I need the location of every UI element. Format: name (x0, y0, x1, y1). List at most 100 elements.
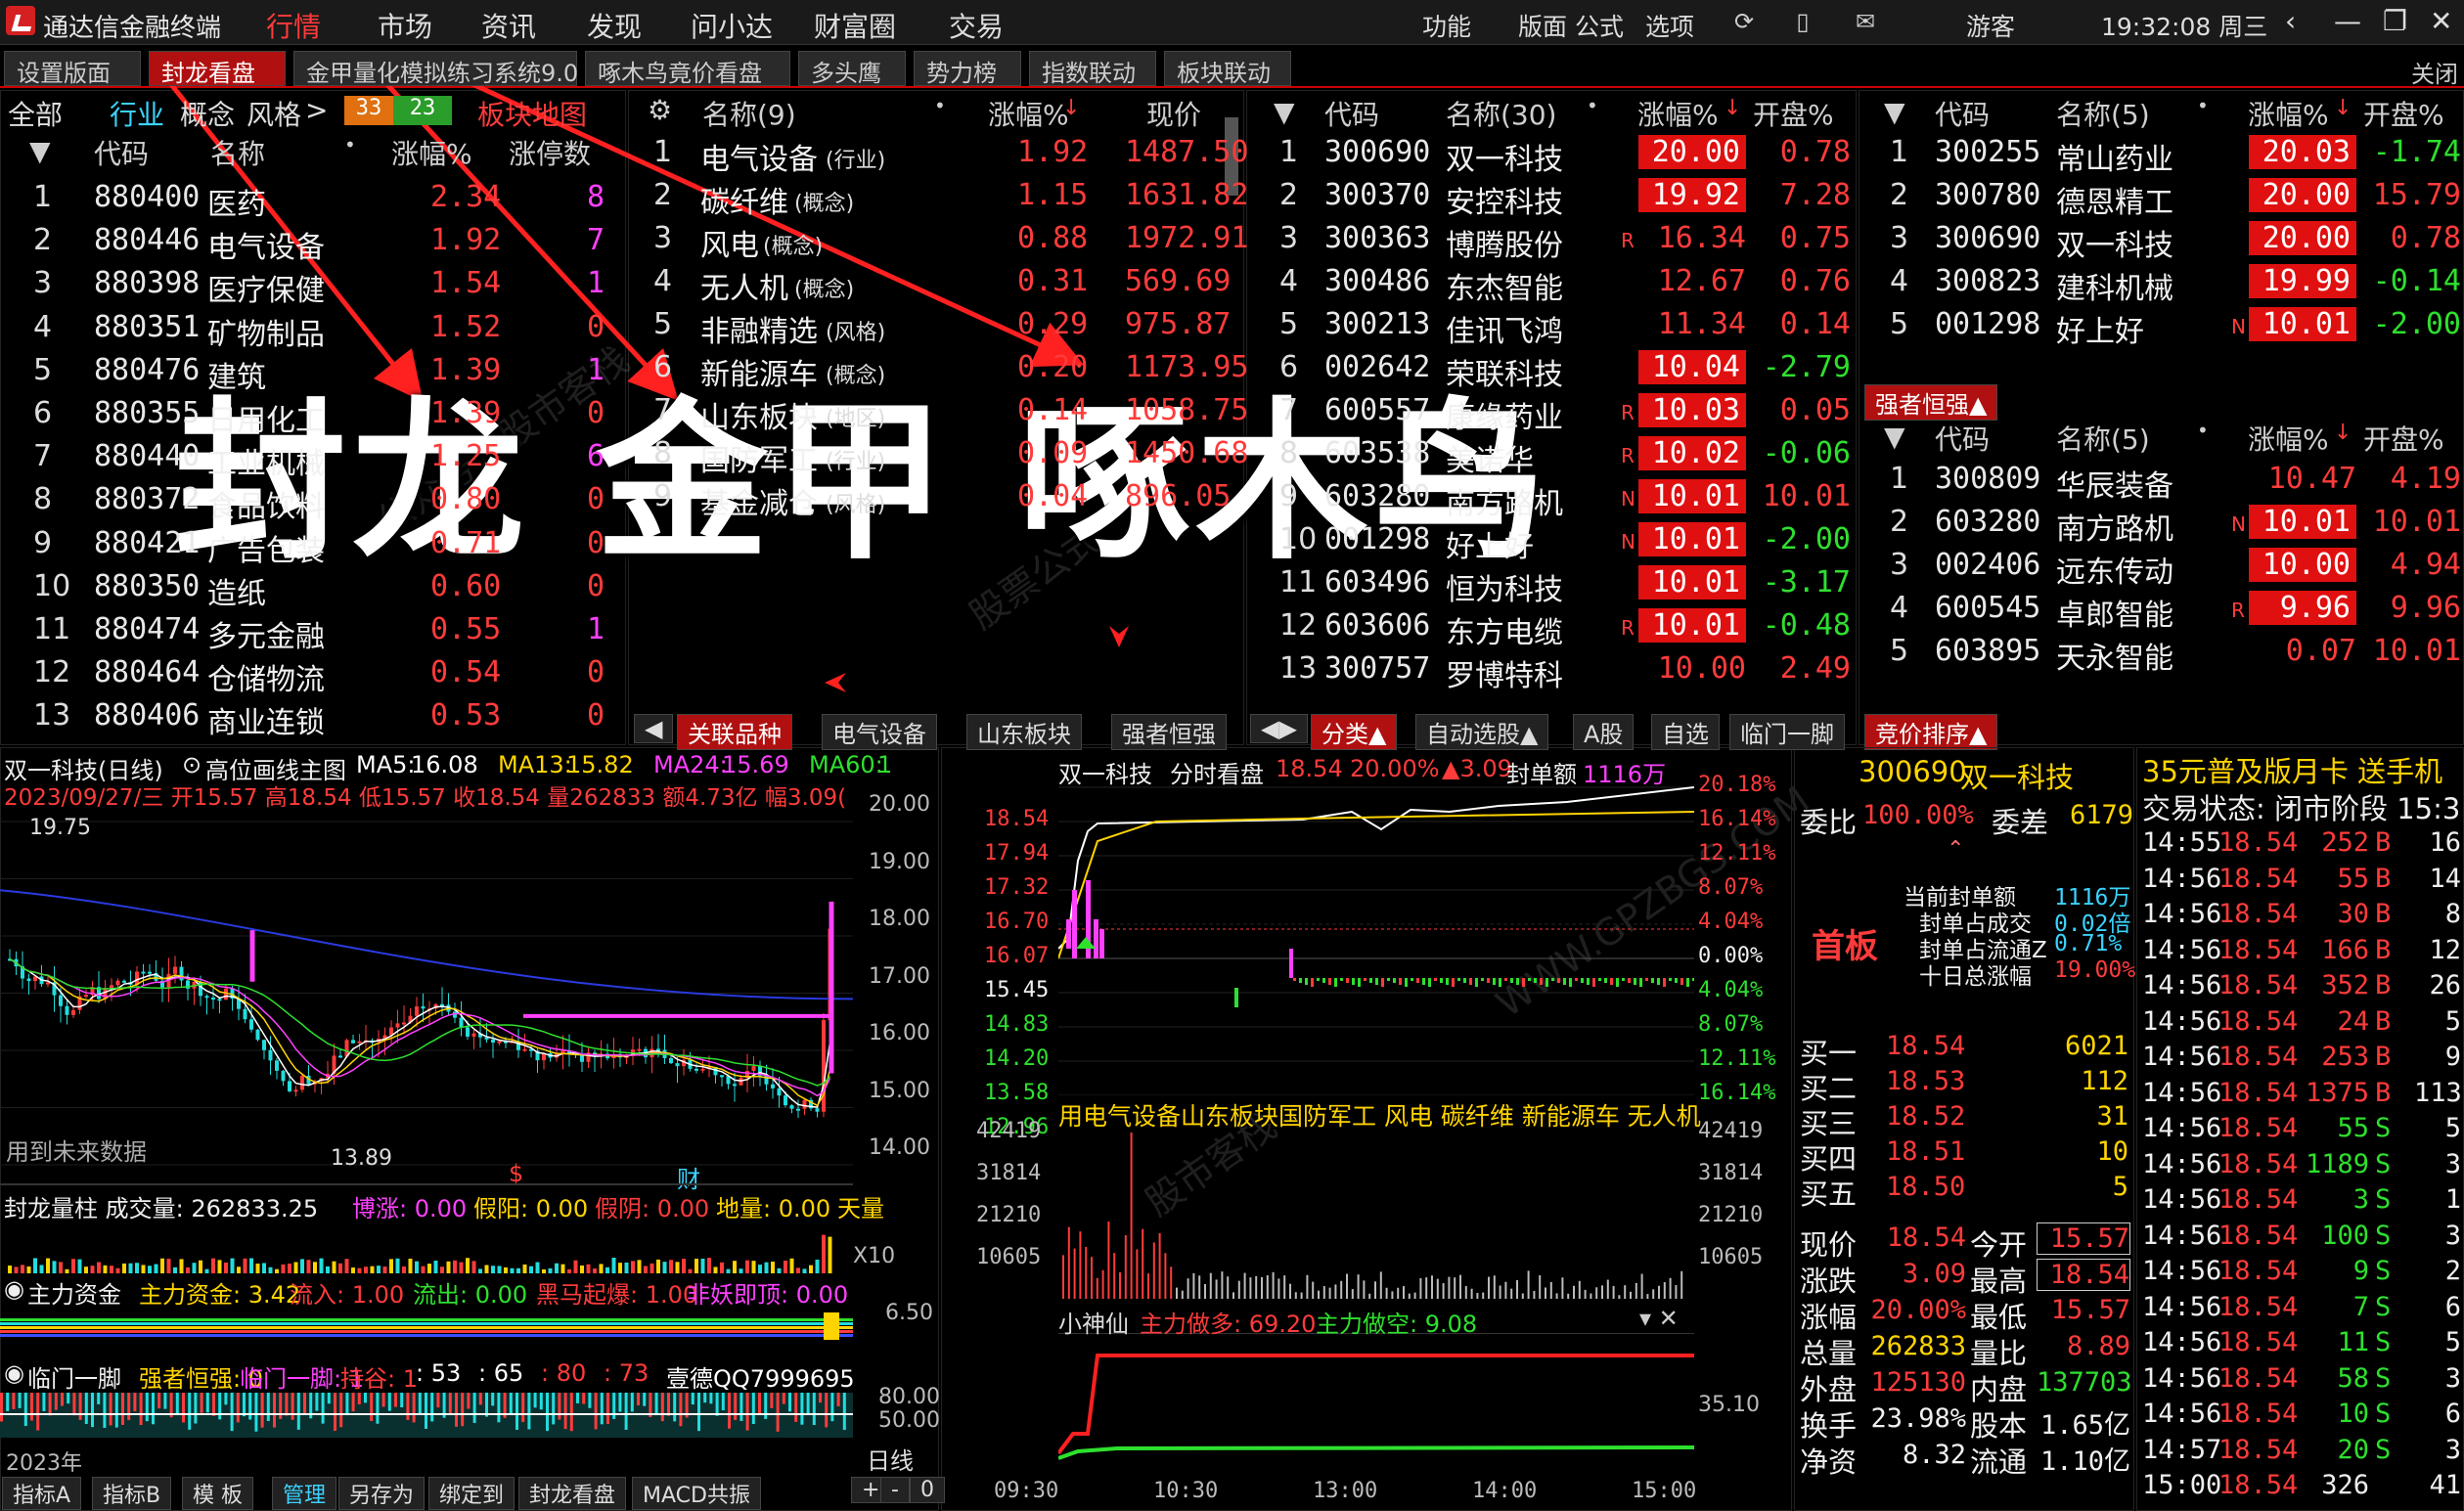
fund-toggle-icon[interactable]: ◉ (4, 1275, 24, 1303)
strong_panel-row-code[interactable]: 300780 (1935, 178, 2040, 212)
stocks_panel-row-code[interactable]: 300213 (1324, 307, 1430, 341)
layout-tab-1[interactable]: 封龙看盘 (149, 51, 286, 87)
strong_panel-row-name[interactable]: 德恩精工 (2056, 178, 2173, 221)
concept-col-0[interactable]: 名称(9) (702, 94, 796, 133)
sector-map-link[interactable]: 板块地图 (477, 94, 587, 133)
sector-row-code[interactable]: 880446 (94, 223, 200, 257)
fund-chart[interactable] (0, 1311, 853, 1355)
stocks_panel-row-name[interactable]: 佳讯飞鸿 (1446, 307, 1563, 350)
sector-row-code[interactable]: 880400 (94, 180, 200, 214)
bid_panel-sort-dir-icon[interactable]: ↓ (2334, 421, 2352, 445)
concept-row-name[interactable]: 无人机 (700, 264, 788, 307)
bid_panel-row-code[interactable]: 603280 (1935, 505, 2040, 539)
stocks_panel-col-1[interactable]: 名称(30) (1446, 94, 1556, 133)
right-menu-item-2[interactable]: 公式 (1575, 8, 1624, 43)
stocks_panel-sort-icon[interactable]: ▼ (1274, 96, 1295, 128)
sector-row-name[interactable]: 日用化工 (207, 396, 325, 439)
menu-item-1[interactable]: 市场 (378, 6, 432, 45)
stocks_panel-row-code[interactable]: 600557 (1324, 393, 1430, 427)
sector-row-code[interactable]: 880351 (94, 310, 200, 344)
sector-row-name[interactable]: 医药 (207, 180, 266, 223)
menu-item-4[interactable]: 问小达 (691, 6, 773, 45)
concept-row-name[interactable]: 山东板块 (700, 393, 818, 436)
kline-tab-6[interactable]: 封龙看盘 (518, 1477, 627, 1510)
stocks_panel-row-name[interactable]: 罗博特科 (1446, 651, 1563, 694)
concept-strip[interactable]: 用电气设备山东板块国防军工 风电 碳纤维 新能源车 无人机 (1058, 1097, 1701, 1133)
sector-row-name[interactable]: 造纸 (207, 569, 266, 612)
concept-row-name[interactable]: 国防军工 (700, 436, 818, 479)
menu-item-2[interactable]: 资讯 (481, 6, 536, 45)
concept-sort-icon[interactable]: ↓ (1062, 96, 1080, 120)
concept-row-name[interactable]: 碳纤维 (700, 178, 788, 221)
stocks_panel-col-0[interactable]: 代码 (1324, 94, 1379, 133)
bid_panel-row-code[interactable]: 603895 (1935, 634, 2040, 668)
bid_panel-col-0[interactable]: 代码 (1935, 419, 1990, 458)
stocks_panel-row-name[interactable]: 东杰智能 (1446, 264, 1563, 307)
concept-row-name[interactable]: 风电 (700, 221, 759, 264)
bid_panel-col-3[interactable]: 开盘% (2363, 419, 2444, 458)
kline-chart[interactable] (0, 812, 853, 1183)
bid_panel-row-name[interactable]: 南方路机 (2056, 505, 2173, 548)
sector-row-code[interactable]: 880440 (94, 439, 200, 473)
right-menu-item-1[interactable]: 版面 (1518, 8, 1567, 43)
stock-bottom-tab-4[interactable]: 临门一脚 (1729, 714, 1845, 750)
menu-item-0[interactable]: 行情 (266, 6, 321, 45)
period-label[interactable]: 日线 (867, 1442, 914, 1476)
sector-col-1[interactable]: 名称 (210, 133, 265, 172)
quote-code[interactable]: 300690 (1859, 755, 1967, 788)
sector-tab-0[interactable]: 全部 (8, 94, 63, 133)
strong_panel-sort-icon[interactable]: ▼ (1884, 96, 1905, 128)
concept-row-name[interactable]: 基金减仓 (700, 479, 818, 522)
stocks_panel-row-name[interactable]: 荣联科技 (1446, 350, 1563, 393)
strong_panel-col-1[interactable]: 名称(5) (2056, 94, 2150, 133)
bid_panel-row-code[interactable]: 002406 (1935, 548, 2040, 582)
sector-col-3[interactable]: 涨停数 (509, 133, 591, 172)
sector-row-code[interactable]: 880474 (94, 612, 200, 646)
sector-col-2[interactable]: 涨幅% (391, 133, 472, 172)
sector-row-name[interactable]: 商业连锁 (207, 698, 325, 741)
stocks_panel-row-code[interactable]: 002642 (1324, 350, 1430, 384)
layout-tab-2[interactable]: 金甲量化模拟练习系统9.0 (293, 51, 578, 87)
sector-row-name[interactable]: 广告包装 (207, 526, 325, 569)
concept-bottom-tab-2[interactable]: 山东板块 (966, 714, 1082, 750)
stocks_panel-row-code[interactable]: 603496 (1324, 565, 1430, 600)
bid_panel-col-2[interactable]: 涨幅% (2248, 419, 2329, 458)
stocks_panel-col-3[interactable]: 开盘% (1753, 94, 1834, 133)
sector-row-name[interactable]: 多元金融 (207, 612, 325, 655)
bid_panel-col-1[interactable]: 名称(5) (2056, 419, 2150, 458)
stocks_panel-row-name[interactable]: 安控科技 (1446, 178, 1563, 221)
kline-tab-0[interactable]: 指标A (2, 1477, 82, 1510)
stocks_panel-row-code[interactable]: 300757 (1324, 651, 1430, 686)
sector-row-code[interactable]: 880464 (94, 655, 200, 689)
sector-tab-1[interactable]: 行业 (110, 94, 164, 133)
kline-tab-5[interactable]: 绑定到 (428, 1477, 515, 1510)
sector-row-code[interactable]: 880372 (94, 482, 200, 516)
kline-tab-7[interactable]: MACD共振 (632, 1477, 761, 1510)
concept-bottom-tab-3[interactable]: 强者恒强 (1111, 714, 1227, 750)
sector-sort-icon[interactable]: ▼ (29, 135, 51, 167)
concept-prev-icon[interactable]: ◀ (634, 714, 674, 743)
sector-row-code[interactable]: 880476 (94, 353, 200, 387)
stocks_panel-row-code[interactable]: 300690 (1324, 135, 1430, 169)
sub-dropdown-icon[interactable]: ▾ ✕ (1639, 1305, 1679, 1332)
sector-col-0[interactable]: 代码 (94, 133, 149, 172)
kline-tab-1[interactable]: 指标B (92, 1477, 172, 1510)
stocks_panel-row-code[interactable]: 300486 (1324, 264, 1430, 298)
gate-toggle-icon[interactable]: ◉ (4, 1359, 24, 1387)
kline-indicator-icon[interactable]: ⊙ (182, 751, 202, 778)
strong_panel-row-code[interactable]: 300823 (1935, 264, 2040, 298)
bid_panel-sort-icon[interactable]: ▼ (1884, 421, 1905, 453)
concept-row-name[interactable]: 非融精选 (700, 307, 818, 350)
strong_panel-row-name[interactable]: 好上好 (2056, 307, 2144, 350)
strong_panel-row-code[interactable]: 001298 (1935, 307, 2040, 341)
sector-row-name[interactable]: 食品饮料 (207, 482, 325, 525)
concept-row-name[interactable]: 新能源车 (700, 350, 818, 393)
bid_panel-row-name[interactable]: 卓郎智能 (2056, 591, 2173, 634)
promo-banner[interactable]: 35元普及版月卡 送手机 (2142, 749, 2442, 790)
gate-chart[interactable] (0, 1393, 853, 1438)
strong_panel-row-code[interactable]: 300690 (1935, 221, 2040, 255)
intraday-name[interactable]: 双一科技 (1058, 755, 1152, 789)
stocks_panel-row-code[interactable]: 300363 (1324, 221, 1430, 255)
stocks_panel-row-code[interactable]: 603606 (1324, 608, 1430, 643)
sector-row-code[interactable]: 880406 (94, 698, 200, 733)
